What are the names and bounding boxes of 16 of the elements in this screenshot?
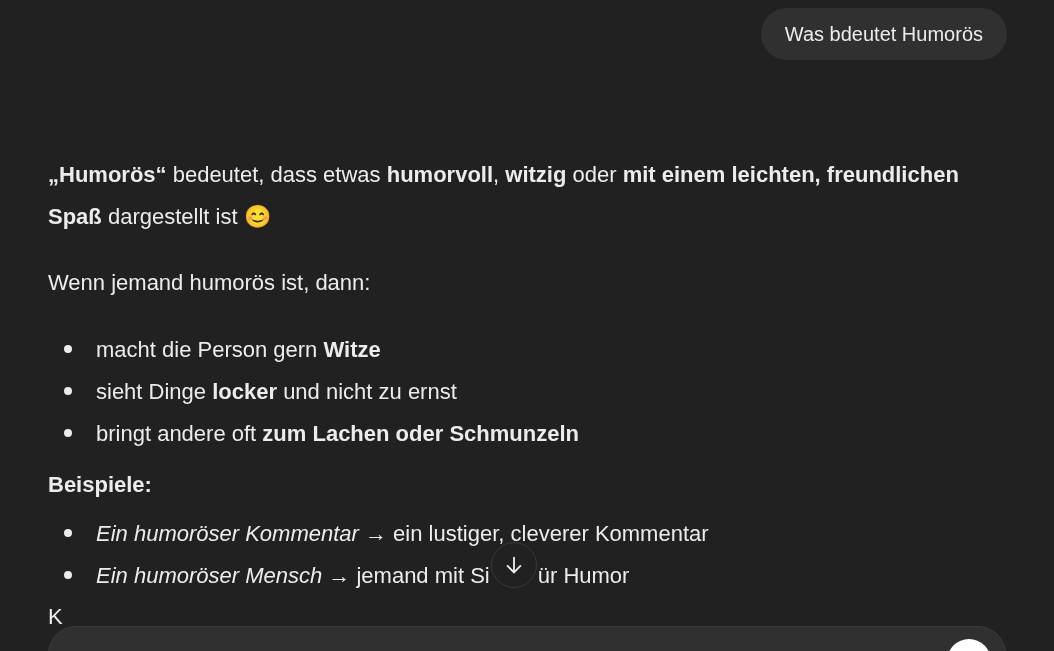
list-item-text: sieht Dinge locker und nicht zu ernst xyxy=(96,377,457,406)
answer-paragraph: „Humorös“ bedeutet, dass etwas humorvoll, witzig oder mit einem leichten, freundlichen Spaß dargestellt ist 😊 xyxy=(48,162,959,229)
user-message-bubble: Was bdeutet Humorös xyxy=(760,8,1007,60)
list-item-text: Ein humoröser Mensch → jemand mit Si xyxy=(96,561,490,590)
list-item-text: macht die Person gern Witze xyxy=(96,335,381,364)
bullet-icon xyxy=(64,345,72,353)
bullet-icon xyxy=(64,429,72,437)
section-heading: Beispiele: xyxy=(48,472,152,497)
answer-paragraph: Wenn jemand humorös ist, dann: xyxy=(48,270,371,295)
answer-paragraph: K xyxy=(48,604,63,629)
list-item-text: Ein humoröser Kommentar → ein lustiger, cleverer Kommentar xyxy=(96,519,709,548)
list-item-text: bringt andere oft zum Lachen oder Schmunzeln xyxy=(96,419,579,448)
list-item-text: ür Humor xyxy=(537,561,630,590)
bullet-icon xyxy=(64,529,72,537)
bullet-icon xyxy=(64,387,72,395)
bullet-icon xyxy=(64,571,72,579)
